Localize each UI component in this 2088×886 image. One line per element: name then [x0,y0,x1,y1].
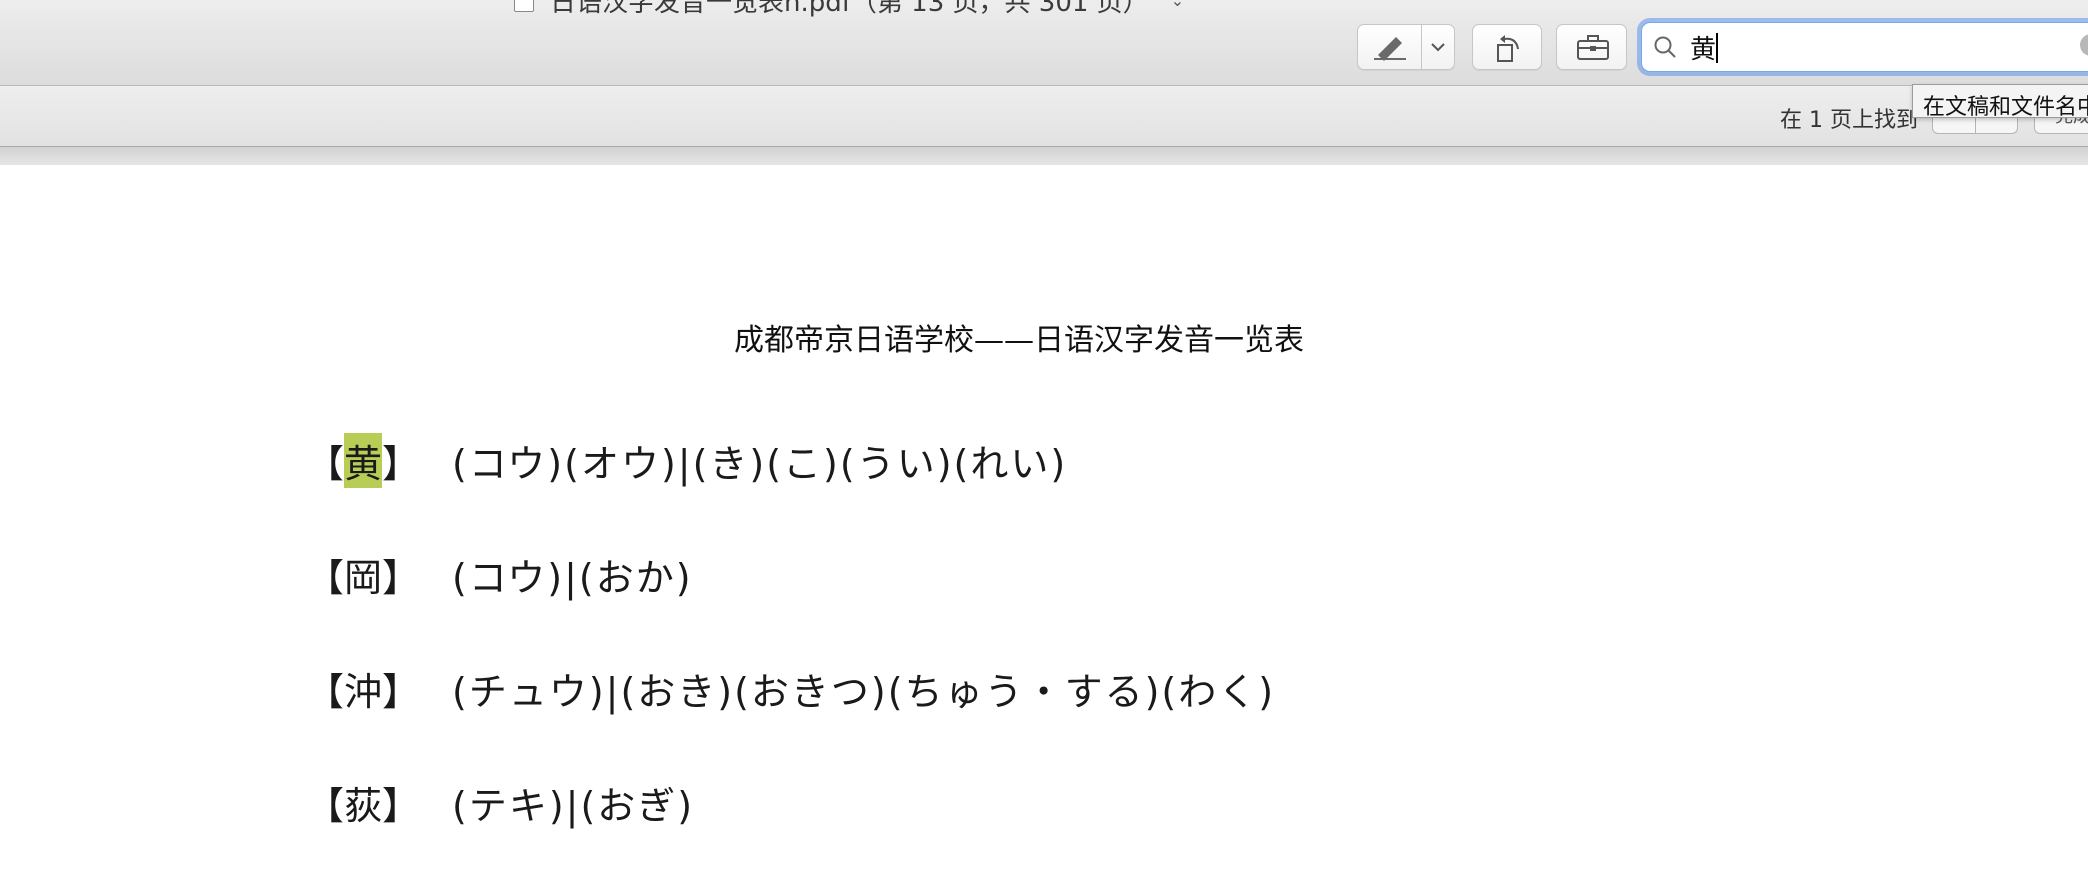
text-caret [1716,33,1718,63]
entry-kanji: 沖 [344,670,383,714]
rotate-left-button[interactable] [1472,24,1542,70]
entry-reading: (チュウ)|(おき)(おきつ)(ちゅう・する)(わく) [452,670,1276,714]
window-title-text: 日语汉字发音一览表h.pdf（第 13 页，共 301 页） [550,0,1149,18]
entry-kanji: 岡 [344,556,383,600]
entry-kanji: 荻 [344,784,383,828]
entry-reading: (テキ)|(おぎ) [452,784,695,828]
pdf-page: 成都帝京日语学校——日语汉字发音一览表 【黄】 (コウ)(オウ)|(き)(こ)(… [0,165,2088,886]
window-title[interactable]: 日语汉字发音一览表h.pdf（第 13 页，共 301 页） ⌄ [514,0,1184,18]
entry-open-bracket: 【 [306,670,345,714]
toolbar: 日语汉字发音一览表h.pdf（第 13 页，共 301 页） ⌄ [0,0,2088,86]
highlighter-pen-icon[interactable] [1372,33,1408,61]
document-title: 成都帝京日语学校——日语汉字发音一览表 [734,323,1304,358]
kanji-entry: 【沖】 (チュウ)|(おき)(おきつ)(ちゅう・する)(わく) [306,661,1273,717]
kanji-entry: 【荻】 (テキ)|(おぎ) [306,775,692,831]
toolbox-icon [1577,35,1609,60]
find-result-text: 在 1 页上找到 [1780,108,1918,133]
search-scope-tooltip: 在文稿和文件名中 [1912,84,2088,118]
entry-kanji-highlighted: 黄 [344,433,383,488]
entry-close-bracket: 】 [382,784,421,828]
title-chevron-icon[interactable]: ⌄ [1171,0,1184,10]
entry-close-bracket: 】 [382,442,421,486]
search-input[interactable] [1690,29,2070,65]
search-icon [1654,36,1676,58]
entry-reading: (コウ)|(おか) [452,556,693,600]
preview-window: 日语汉字发音一览表h.pdf（第 13 页，共 301 页） ⌄ 黄 在 1 页… [0,0,2088,886]
entry-close-bracket: 】 [382,670,421,714]
entry-open-bracket: 【 [306,556,345,600]
find-bar: 在 1 页上找到 [0,86,2088,147]
page-gutter [0,147,2088,165]
entry-open-bracket: 【 [306,784,345,828]
search-field[interactable] [1641,22,2088,72]
pdf-document-icon [514,0,534,12]
rotate-left-icon [1497,35,1519,62]
markup-divider [1421,25,1422,69]
markup-toolbar-button[interactable] [1357,24,1455,70]
chevron-down-icon[interactable] [1428,37,1448,57]
entry-reading: (コウ)(オウ)|(き)(こ)(うい)(れい) [452,442,1068,486]
toolbox-button[interactable] [1556,24,1627,70]
entry-close-bracket: 】 [382,556,421,600]
entry-open-bracket: 【 [306,442,345,486]
kanji-entry: 【黄】 (コウ)(オウ)|(き)(こ)(うい)(れい) [306,433,1065,489]
kanji-entry: 【岡】 (コウ)|(おか) [306,547,691,603]
